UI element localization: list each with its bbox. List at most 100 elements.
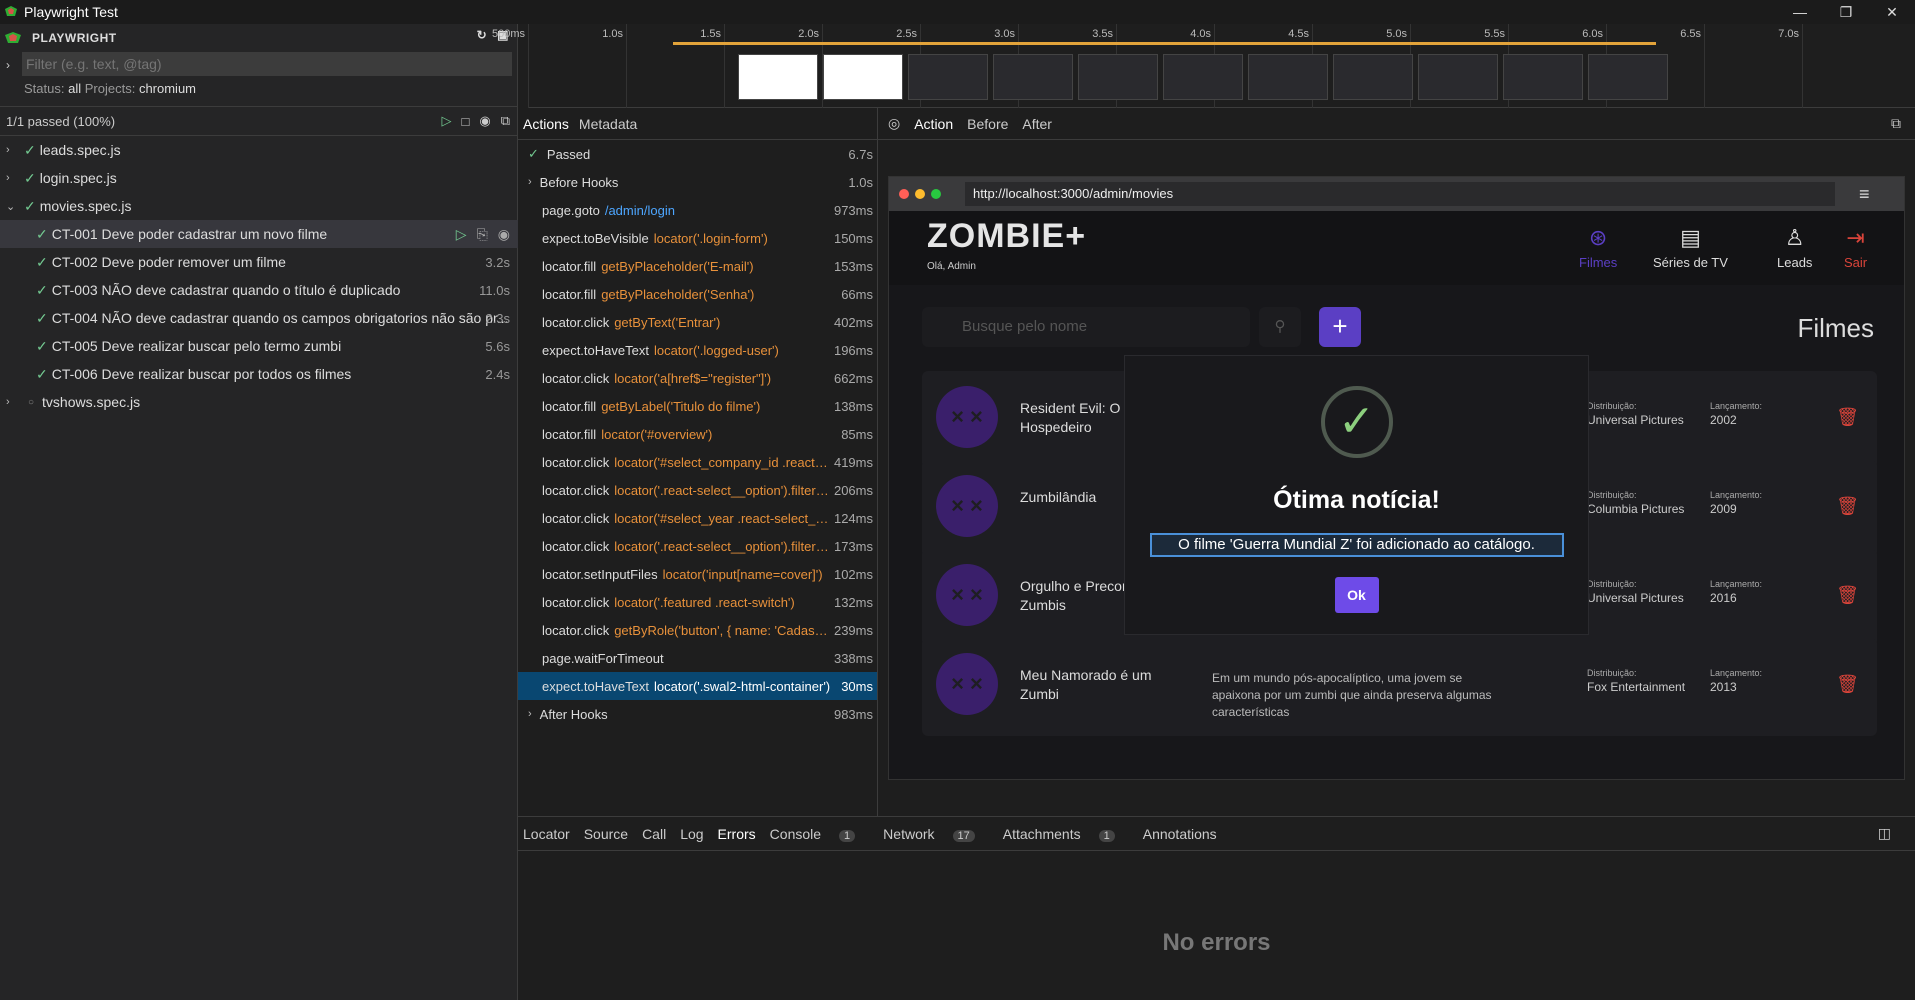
nav-sair[interactable]: ⇥ Sair <box>1844 225 1867 270</box>
tab-log[interactable]: Log <box>680 826 703 842</box>
action-row[interactable]: locator.click locator('#select_company_id… <box>518 448 877 476</box>
tab-metadata[interactable]: Metadata <box>574 116 642 132</box>
watch-icon[interactable]: ◉ <box>498 226 510 243</box>
action-row[interactable]: locator.click getByRole('button', { name:… <box>518 616 877 644</box>
filter-input[interactable] <box>22 52 512 76</box>
open-source-icon[interactable]: ⎘ <box>477 226 488 243</box>
test-row[interactable]: ✓ CT-004 NÃO deve cadastrar quando os cam… <box>0 304 518 332</box>
timeline-thumbnail[interactable] <box>1163 54 1243 100</box>
timeline-thumbnail[interactable] <box>738 54 818 100</box>
timeline-thumbnail[interactable] <box>993 54 1073 100</box>
timeline-thumbnail[interactable] <box>1248 54 1328 100</box>
chevron-right-icon[interactable]: › <box>6 396 20 408</box>
open-external-icon[interactable]: ⧉ <box>1891 115 1901 132</box>
chevron-right-icon[interactable]: › <box>528 176 532 188</box>
dock-icon[interactable]: ◫ <box>1878 825 1891 842</box>
action-row[interactable]: locator.click locator('.react-select__opt… <box>518 476 877 504</box>
action-row[interactable]: locator.click locator('.featured .react-s… <box>518 588 877 616</box>
minimize-icon[interactable]: — <box>1777 0 1823 24</box>
tab-console[interactable]: Console 1 <box>770 826 870 842</box>
test-row[interactable]: ✓ CT-003 NÃO deve cadastrar quando o títu… <box>0 276 518 304</box>
trash-icon[interactable]: 🗑 <box>1836 585 1859 606</box>
stop-icon[interactable]: □ <box>462 114 470 129</box>
action-row[interactable]: locator.fill getByLabel('Titulo do filme'… <box>518 392 877 420</box>
collapse-icon[interactable]: ⧉ <box>501 113 510 129</box>
action-locator: getByRole('button', { name: 'Cadastr... <box>614 622 830 638</box>
file-row[interactable]: › ✓ leads.spec.js <box>0 136 518 164</box>
file-row[interactable]: › ○ tvshows.spec.js <box>0 388 518 416</box>
tab-errors[interactable]: Errors <box>718 826 756 842</box>
search-input[interactable]: Busque pelo nome <box>922 307 1250 347</box>
trash-icon[interactable]: 🗑 <box>1836 496 1859 517</box>
file-row[interactable]: › ✓ login.spec.js <box>0 164 518 192</box>
action-row[interactable]: locator.click locator('.react-select__opt… <box>518 532 877 560</box>
status-filter[interactable]: Status: all Projects: chromium <box>0 76 517 101</box>
action-row[interactable]: locator.fill locator('#overview') 85ms <box>518 420 877 448</box>
test-row[interactable]: ✓ CT-005 Deve realizar buscar pelo termo … <box>0 332 518 360</box>
passed-row[interactable]: ✓ Passed 6.7s <box>518 140 877 168</box>
tab-source[interactable]: Source <box>584 826 628 842</box>
timeline-thumbnail[interactable] <box>1503 54 1583 100</box>
timeline-thumbnail[interactable] <box>823 54 903 100</box>
timeline-thumbnail[interactable] <box>1078 54 1158 100</box>
tab-locator[interactable]: Locator <box>523 826 570 842</box>
action-row[interactable]: expect.toHaveText locator('.logged-user')… <box>518 336 877 364</box>
tab-action[interactable]: Action <box>914 116 953 132</box>
timeline[interactable]: 500ms 1.0s 1.5s 2.0s 2.5s 3.0s 3.5s 4.0s… <box>492 24 1915 108</box>
action-row[interactable]: locator.setInputFiles locator('input[name… <box>518 560 877 588</box>
tab-call[interactable]: Call <box>642 826 666 842</box>
tab-label: Console <box>769 825 822 842</box>
action-row[interactable]: locator.click locator('#select_year .reac… <box>518 504 877 532</box>
tab-attachments[interactable]: Attachments 1 <box>1003 826 1129 842</box>
action-row[interactable]: locator.fill getByPlaceholder('E-mail') 15… <box>518 252 877 280</box>
action-row[interactable]: locator.fill getByPlaceholder('Senha') 66m… <box>518 280 877 308</box>
test-row[interactable]: ✓ CT-001 Deve poder cadastrar um novo fil… <box>0 220 518 248</box>
test-row[interactable]: ✓ CT-006 Deve realizar buscar por todos o… <box>0 360 518 388</box>
action-row[interactable]: locator.click locator('a[href$="register"… <box>518 364 877 392</box>
maximize-icon[interactable]: ❐ <box>1823 0 1869 24</box>
action-duration: 419ms <box>829 454 873 470</box>
tab-after[interactable]: After <box>1022 116 1052 132</box>
action-link[interactable]: /admin/login <box>605 203 675 218</box>
chevron-right-icon[interactable]: › <box>6 172 20 184</box>
tab-before[interactable]: Before <box>967 116 1008 132</box>
window-controls: — ❐ ✕ <box>1777 0 1915 24</box>
action-row[interactable]: page.goto/admin/login 973ms <box>518 196 877 224</box>
close-icon[interactable]: ✕ <box>1869 0 1915 24</box>
run-icon[interactable]: ▷ <box>456 226 467 243</box>
tab-actions[interactable]: Actions <box>518 116 574 132</box>
projects-value[interactable]: chromium <box>139 81 196 96</box>
tab-network[interactable]: Network 17 <box>883 826 989 842</box>
chevron-down-icon[interactable]: ⌄ <box>6 200 20 213</box>
action-row[interactable]: page.waitForTimeout 338ms <box>518 644 877 672</box>
watch-icon[interactable]: ◉ <box>479 113 490 129</box>
timeline-thumbnail[interactable] <box>908 54 988 100</box>
nav-filmes[interactable]: ⊛ Filmes <box>1579 225 1617 270</box>
trash-icon[interactable]: 🗑 <box>1836 407 1859 428</box>
add-movie-button[interactable]: + <box>1319 307 1361 347</box>
run-all-icon[interactable]: ▷ <box>442 113 452 129</box>
hook-group-row[interactable]: › Before Hooks 1.0s <box>518 168 877 196</box>
test-row[interactable]: ✓ CT-002 Deve poder remover um filme 3.2s <box>0 248 518 276</box>
chevron-right-icon[interactable]: › <box>528 708 532 720</box>
status-value[interactable]: all <box>68 81 81 96</box>
action-row[interactable]: expect.toHaveText locator('.swal2-html-co… <box>518 672 877 700</box>
hook-group-row[interactable]: › After Hooks 983ms <box>518 700 877 728</box>
timeline-thumbnail[interactable] <box>1588 54 1668 100</box>
action-row[interactable]: locator.click getByText('Entrar') 402ms <box>518 308 877 336</box>
chevron-right-icon[interactable]: › <box>6 144 20 156</box>
timeline-thumbnail[interactable] <box>1333 54 1413 100</box>
test-sidebar: PLAYWRIGHT ↻ ▣ › Status: all Projects: c… <box>0 24 518 1000</box>
nav-series[interactable]: ▤ Séries de TV <box>1653 225 1728 270</box>
chevron-right-icon[interactable]: › <box>6 58 10 72</box>
action-row[interactable]: expect.toBeVisible locator('.login-form')… <box>518 224 877 252</box>
target-icon[interactable]: ◎ <box>888 115 900 132</box>
ok-button[interactable]: Ok <box>1334 577 1379 613</box>
timeline-thumbnail[interactable] <box>1418 54 1498 100</box>
search-button[interactable]: ⚲ <box>1259 307 1301 347</box>
tab-annotations[interactable]: Annotations <box>1143 826 1217 842</box>
file-row[interactable]: ⌄ ✓ movies.spec.js <box>0 192 518 220</box>
trash-icon[interactable]: 🗑 <box>1836 674 1859 695</box>
reload-icon[interactable]: ↻ <box>477 28 488 42</box>
nav-leads[interactable]: ♙ Leads <box>1777 225 1812 270</box>
